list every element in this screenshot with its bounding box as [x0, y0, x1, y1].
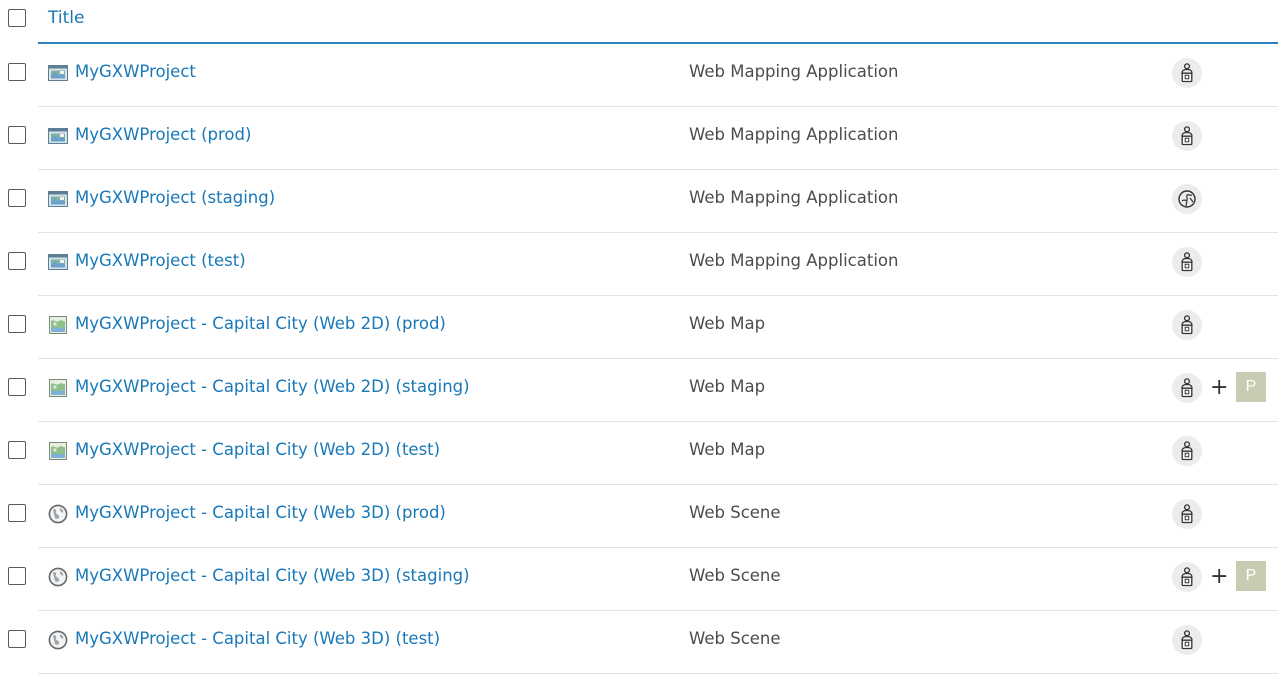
item-type: Web Mapping Application	[689, 251, 899, 270]
item-title-link[interactable]: MyGXWProject (prod)	[75, 125, 251, 144]
item-type: Web Scene	[689, 629, 781, 648]
plus-icon: +	[1210, 564, 1229, 589]
lock-person-sharing-icon[interactable]	[1172, 121, 1202, 151]
item-type: Web Map	[689, 314, 766, 333]
item-type: Web Map	[689, 440, 766, 459]
row-checkbox[interactable]	[8, 315, 26, 333]
lock-person-sharing-icon[interactable]	[1172, 436, 1202, 466]
item-title-link[interactable]: MyGXWProject - Capital City (Web 3D) (st…	[75, 566, 470, 585]
lock-person-sharing-icon[interactable]	[1172, 58, 1202, 88]
item-type: Web Map	[689, 377, 766, 396]
row-checkbox[interactable]	[8, 378, 26, 396]
item-title-link[interactable]: MyGXWProject - Capital City (Web 3D) (te…	[75, 629, 440, 648]
table-row: MyGXWProject - Capital City (Web 2D) (pr…	[0, 296, 1278, 359]
row-checkbox[interactable]	[8, 441, 26, 459]
web-map-icon	[48, 442, 68, 460]
row-checkbox[interactable]	[8, 126, 26, 144]
table-row: MyGXWProject (staging) Web Mapping Applic…	[0, 170, 1278, 233]
select-all-checkbox[interactable]	[8, 9, 26, 27]
status-badge[interactable]: P	[1236, 561, 1266, 591]
web-scene-icon	[48, 567, 68, 587]
item-type: Web Mapping Application	[689, 62, 899, 81]
row-checkbox[interactable]	[8, 567, 26, 585]
lock-person-sharing-icon[interactable]	[1172, 310, 1202, 340]
item-title-link[interactable]: MyGXWProject (staging)	[75, 188, 275, 207]
item-title-link[interactable]: MyGXWProject - Capital City (Web 2D) (te…	[75, 440, 440, 459]
item-type: Web Mapping Application	[689, 125, 899, 144]
table-row: MyGXWProject - Capital City (Web 2D) (te…	[0, 422, 1278, 485]
web-scene-icon	[48, 504, 68, 524]
lock-person-sharing-icon[interactable]	[1172, 247, 1202, 277]
row-checkbox[interactable]	[8, 63, 26, 81]
item-type: Web Mapping Application	[689, 188, 899, 207]
lock-person-sharing-icon[interactable]	[1172, 562, 1202, 592]
lock-person-sharing-icon[interactable]	[1172, 499, 1202, 529]
row-checkbox[interactable]	[8, 189, 26, 207]
plus-icon: +	[1210, 375, 1229, 400]
web-app-icon	[48, 64, 68, 82]
lock-person-sharing-icon[interactable]	[1172, 373, 1202, 403]
table-row: MyGXWProject (test) Web Mapping Applicati…	[0, 233, 1278, 296]
table-row: MyGXWProject - Capital City (Web 3D) (te…	[0, 611, 1278, 674]
web-map-icon	[48, 379, 68, 397]
table-row: MyGXWProject Web Mapping Application	[0, 44, 1278, 107]
row-checkbox[interactable]	[8, 630, 26, 648]
item-title-link[interactable]: MyGXWProject - Capital City (Web 2D) (pr…	[75, 314, 446, 333]
web-map-icon	[48, 316, 68, 334]
row-checkbox[interactable]	[8, 504, 26, 522]
table-row: MyGXWProject - Capital City (Web 2D) (st…	[0, 359, 1278, 422]
item-type: Web Scene	[689, 503, 781, 522]
row-checkbox[interactable]	[8, 252, 26, 270]
item-title-link[interactable]: MyGXWProject - Capital City (Web 2D) (st…	[75, 377, 470, 396]
web-app-icon	[48, 127, 68, 145]
title-column-header[interactable]: Title	[48, 8, 84, 28]
globe-sharing-icon[interactable]	[1172, 184, 1202, 214]
table-row: MyGXWProject - Capital City (Web 3D) (st…	[0, 548, 1278, 611]
status-badge[interactable]: P	[1236, 372, 1266, 402]
item-type: Web Scene	[689, 566, 781, 585]
item-title-link[interactable]: MyGXWProject (test)	[75, 251, 246, 270]
web-app-icon	[48, 253, 68, 271]
web-app-icon	[48, 190, 68, 208]
item-title-link[interactable]: MyGXWProject	[75, 62, 196, 81]
item-title-link[interactable]: MyGXWProject - Capital City (Web 3D) (pr…	[75, 503, 446, 522]
table-row: MyGXWProject (prod) Web Mapping Applicati…	[0, 107, 1278, 170]
table-row: MyGXWProject - Capital City (Web 3D) (pr…	[0, 485, 1278, 548]
web-scene-icon	[48, 630, 68, 650]
lock-person-sharing-icon[interactable]	[1172, 625, 1202, 655]
table-header: Title	[0, 0, 1278, 44]
